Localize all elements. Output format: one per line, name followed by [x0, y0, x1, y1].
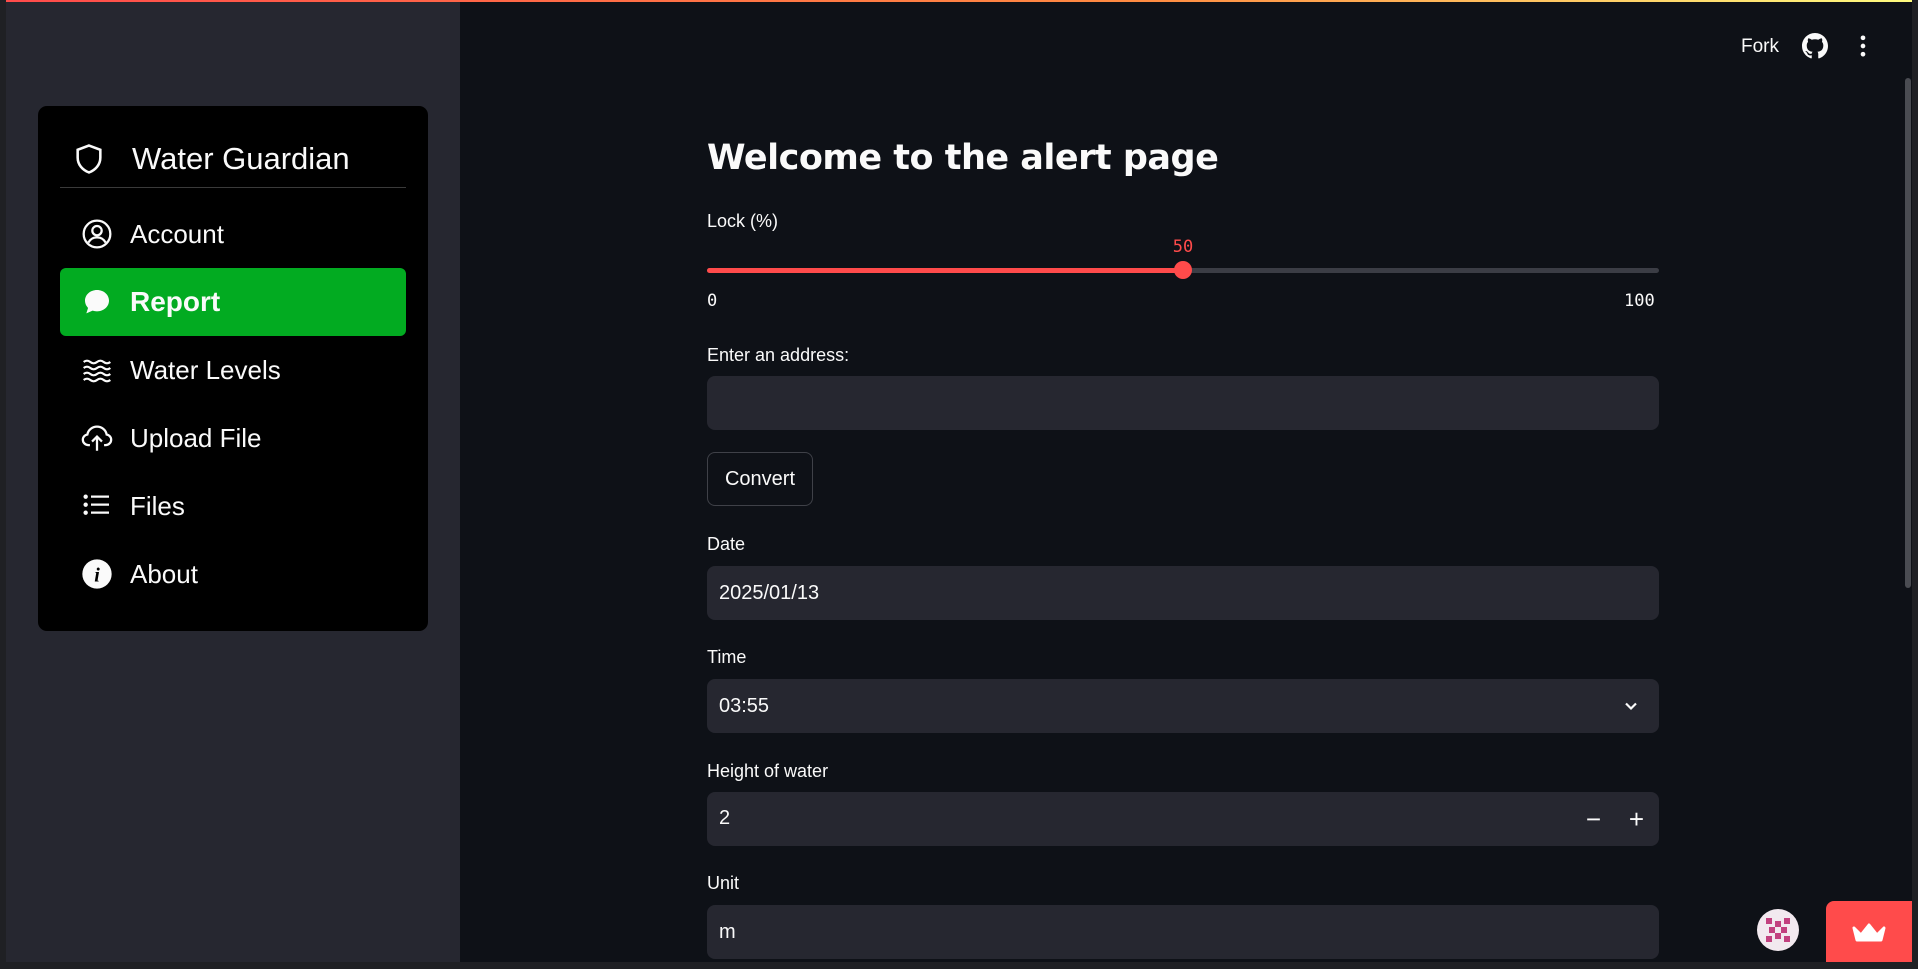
water-waves-icon: [80, 353, 114, 387]
time-value: 03:55: [719, 694, 770, 717]
scrollbar[interactable]: [1905, 78, 1911, 588]
avatar[interactable]: [1757, 909, 1799, 951]
option-menu: Water Guardian Account Report Water Leve…: [38, 106, 428, 631]
svg-text:i: i: [94, 564, 100, 586]
sidebar-item-files[interactable]: Files: [60, 472, 406, 540]
date-label: Date: [707, 534, 746, 554]
lock-slider[interactable]: [707, 261, 1659, 279]
increment-button[interactable]: +: [1615, 792, 1658, 846]
window-frame-bottom: [0, 962, 1918, 969]
address-label: Enter an address:: [707, 345, 850, 365]
date-input[interactable]: 2025/01/13: [707, 566, 1659, 620]
time-label: Time: [707, 647, 747, 667]
slider-value: 50: [1172, 237, 1194, 257]
decrement-button[interactable]: −: [1572, 792, 1615, 846]
lock-label: Lock (%): [707, 211, 779, 231]
height-number-input[interactable]: 2 − +: [707, 792, 1659, 846]
sidebar-item-about[interactable]: i About: [60, 540, 406, 608]
chat-bubble-icon: [80, 285, 114, 319]
slider-thumb[interactable]: [1174, 261, 1192, 279]
sidebar-item-water-levels[interactable]: Water Levels: [60, 336, 406, 404]
unit-value: m: [719, 920, 736, 943]
crown-icon: [1852, 923, 1886, 941]
date-value: 2025/01/13: [719, 581, 820, 604]
slider-fill: [707, 268, 1183, 273]
sidebar-item-label: About: [130, 558, 198, 589]
sidebar-item-label: Report: [130, 286, 221, 317]
sidebar-item-label: Water Levels: [130, 354, 281, 385]
window-frame-right: [1912, 0, 1918, 969]
fork-button[interactable]: Fork: [1741, 36, 1779, 58]
unit-input[interactable]: m: [707, 905, 1659, 959]
app-title: Water Guardian: [132, 140, 350, 176]
page-title: Welcome to the alert page: [707, 138, 1219, 178]
sidebar-item-label: Files: [130, 490, 185, 521]
shield-icon: [76, 143, 102, 174]
sidebar-item-report[interactable]: Report: [60, 268, 406, 336]
menu-title: Water Guardian: [60, 130, 406, 188]
height-label: Height of water: [707, 761, 829, 781]
sidebar-item-label: Upload File: [130, 422, 262, 453]
sidebar-item-upload-file[interactable]: Upload File: [60, 404, 406, 472]
sidebar-item-label: Account: [130, 218, 224, 249]
address-input[interactable]: [707, 376, 1659, 430]
info-circle-icon: i: [80, 557, 114, 591]
height-value: 2: [719, 807, 731, 829]
list-icon: [80, 489, 114, 523]
sidebar-item-account[interactable]: Account: [60, 200, 406, 268]
github-icon[interactable]: [1802, 33, 1828, 59]
person-circle-icon: [80, 217, 114, 251]
cloud-upload-icon: [80, 421, 114, 455]
convert-button[interactable]: Convert: [707, 452, 813, 506]
sidebar: Water Guardian Account Report Water Leve…: [6, 2, 460, 962]
chevron-down-icon: [1625, 702, 1637, 711]
unit-label: Unit: [707, 873, 740, 893]
slider-min: 0: [707, 291, 718, 311]
slider-max: 100: [1624, 291, 1655, 311]
time-select[interactable]: 03:55: [707, 679, 1659, 733]
streamlit-badge[interactable]: [1826, 901, 1912, 962]
more-vertical-icon[interactable]: [1849, 32, 1877, 60]
